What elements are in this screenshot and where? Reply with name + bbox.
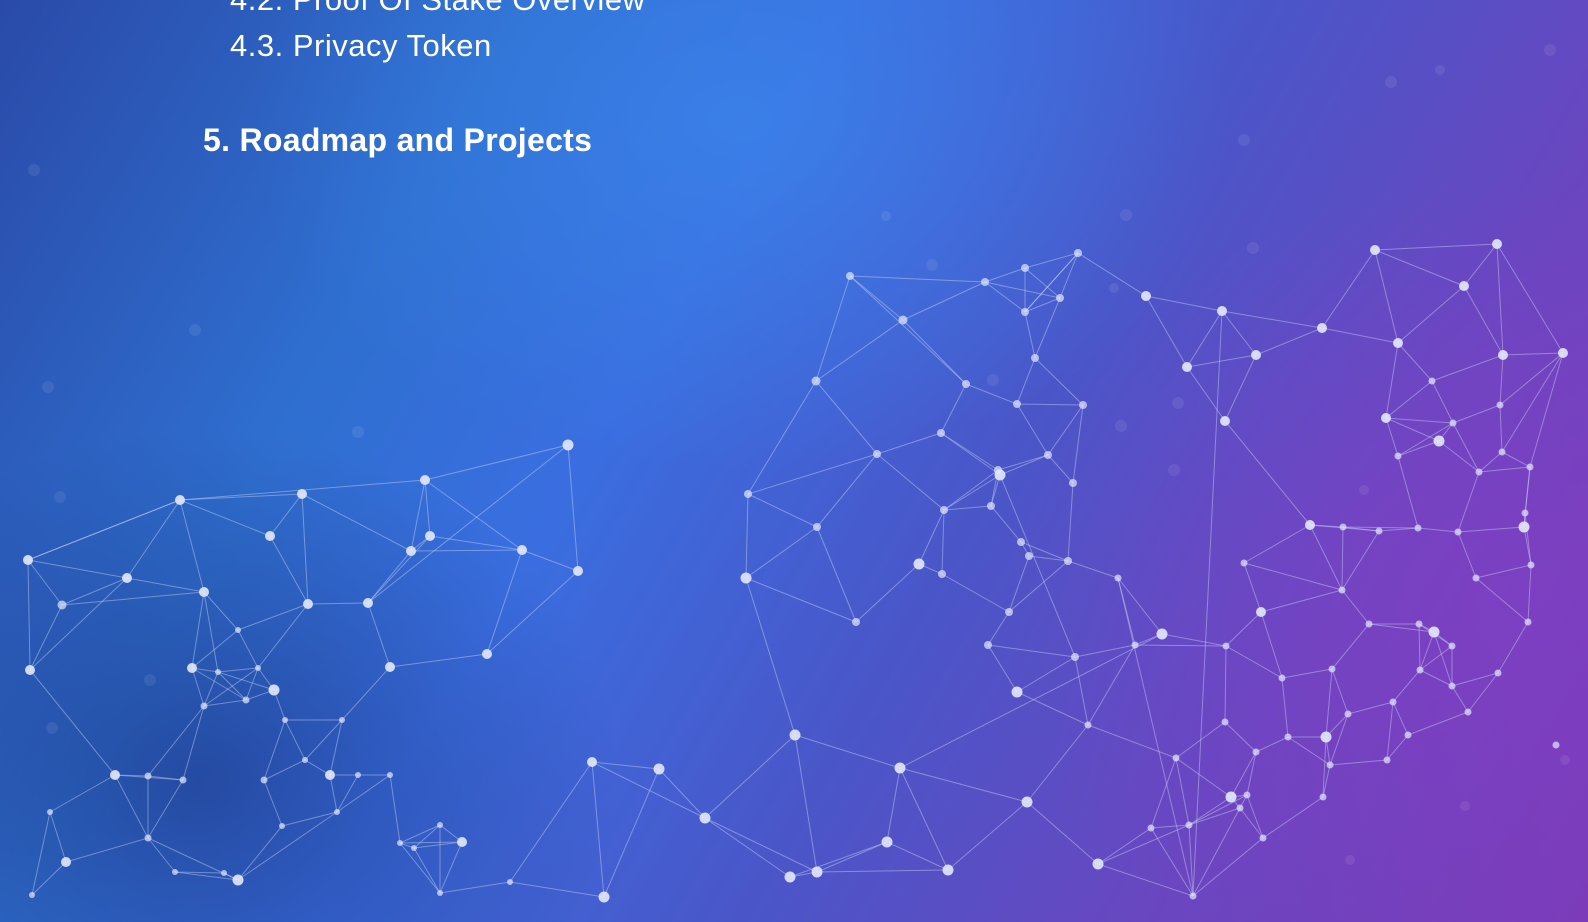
toc-section-roadmap[interactable]: 5. Roadmap and Projects — [203, 122, 592, 159]
table-of-contents: 4.2. Proof Of Stake Overview 4.3. Privac… — [0, 0, 900, 200]
toc-item-proof-of-stake[interactable]: 4.2. Proof Of Stake Overview — [230, 0, 645, 18]
toc-item-privacy-token[interactable]: 4.3. Privacy Token — [230, 28, 492, 64]
